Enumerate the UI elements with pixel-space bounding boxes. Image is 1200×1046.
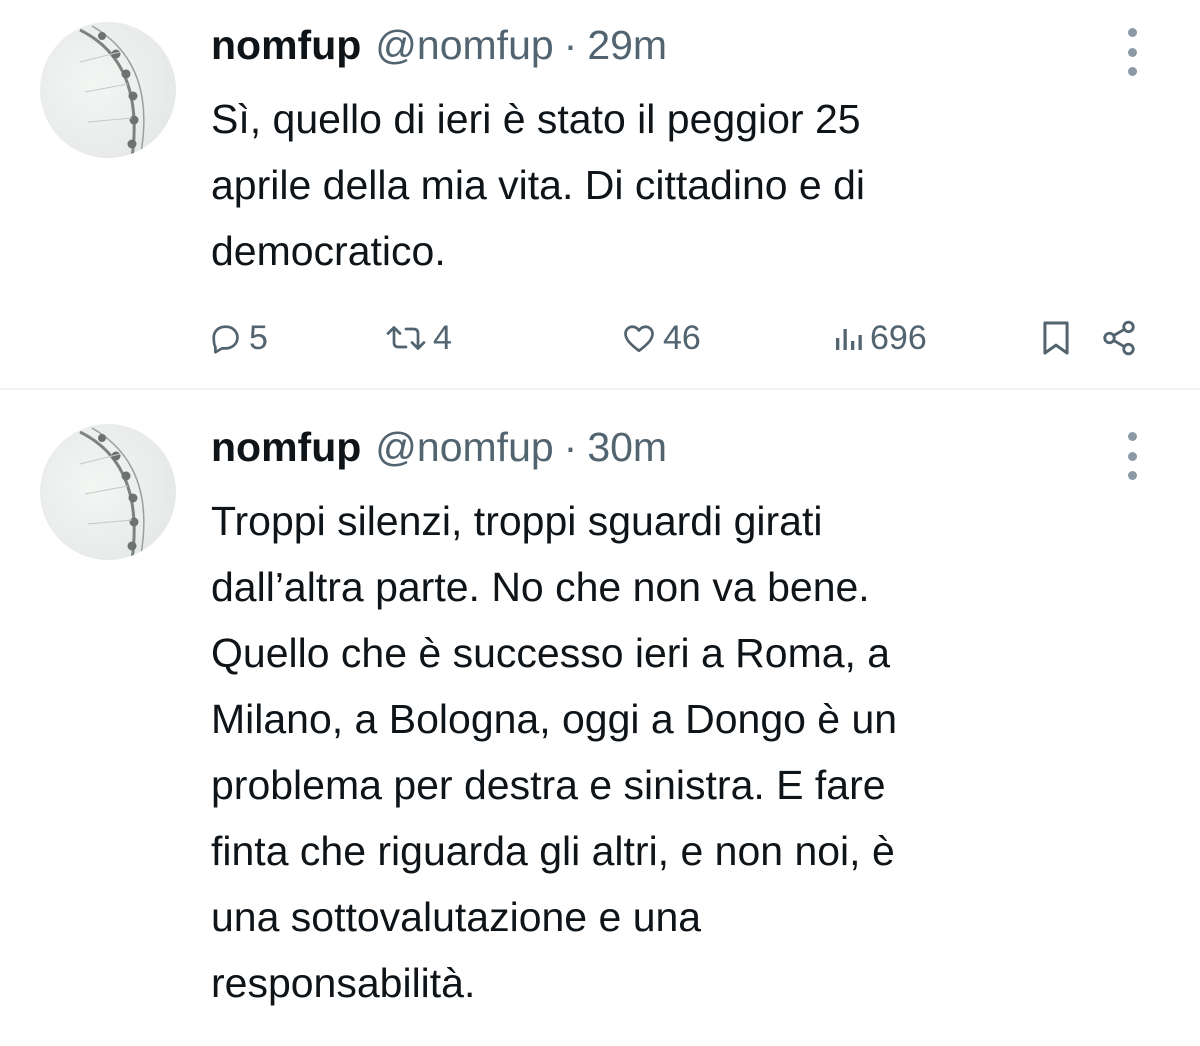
ferris-wheel-image	[79, 427, 145, 560]
tweet[interactable]: nomfup @nomfup · 30m Troppi silenzi, tro…	[0, 390, 1200, 1046]
more-dot	[1127, 67, 1137, 76]
more-button[interactable]	[1120, 28, 1144, 76]
action-bar: 5 4 46 696	[0, 310, 1200, 366]
more-dot	[1127, 471, 1137, 480]
views-count: 696	[870, 318, 927, 357]
tweet-text: Sì, quello di ieri è stato il peggior 25…	[211, 96, 866, 274]
more-dot	[1127, 451, 1137, 461]
reply-count: 5	[249, 318, 268, 357]
heart-icon	[624, 325, 654, 353]
repost-count: 4	[433, 318, 452, 357]
bookmark-button[interactable]	[1040, 310, 1072, 366]
tweet-header: nomfup @nomfup · 30m	[211, 424, 667, 474]
views-icon	[836, 329, 862, 350]
avatar[interactable]	[40, 22, 176, 158]
repost-icon	[386, 326, 426, 350]
more-dot	[1127, 47, 1137, 57]
ferris-wheel-image	[79, 25, 145, 158]
reply-button[interactable]: 5	[207, 310, 268, 366]
tweet[interactable]: nomfup @nomfup · 29m Sì, quello di ieri …	[0, 0, 1200, 388]
avatar[interactable]	[40, 424, 176, 560]
views-button[interactable]: 696	[832, 310, 927, 366]
separator: ·	[563, 424, 578, 470]
tweet-header: nomfup @nomfup · 29m	[211, 22, 667, 72]
timestamp[interactable]: 30m	[587, 424, 667, 471]
like-button[interactable]: 46	[621, 310, 701, 366]
tweet-text: Troppi silenzi, troppi sguardi girati da…	[211, 498, 898, 1006]
reply-icon	[212, 325, 239, 354]
display-name[interactable]: nomfup	[211, 22, 361, 69]
bookmark-icon	[1043, 321, 1069, 355]
timestamp[interactable]: 29m	[587, 22, 667, 69]
display-name[interactable]: nomfup	[211, 424, 361, 471]
share-button[interactable]	[1100, 310, 1138, 366]
user-handle[interactable]: @nomfup	[375, 22, 553, 69]
separator: ·	[563, 22, 578, 68]
like-count: 46	[663, 318, 701, 357]
repost-button[interactable]: 4	[385, 310, 452, 366]
more-vertical-icon	[1127, 432, 1137, 441]
share-icon	[1103, 320, 1135, 356]
more-button[interactable]	[1120, 432, 1144, 480]
more-vertical-icon	[1127, 28, 1137, 37]
user-handle[interactable]: @nomfup	[375, 424, 553, 471]
